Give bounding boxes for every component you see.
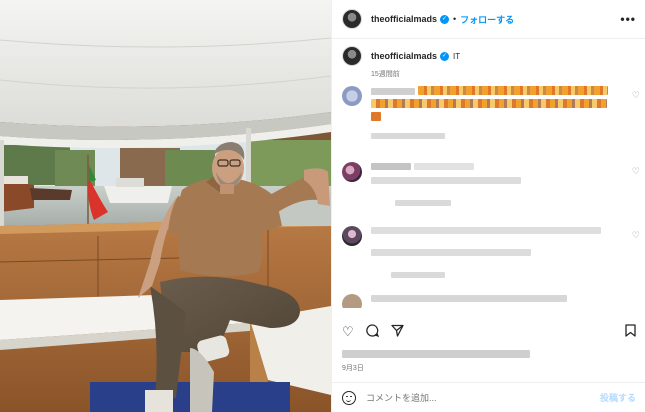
more-options-icon[interactable]: ••• <box>620 12 636 26</box>
comment-like-icon[interactable]: ♡ <box>632 90 640 101</box>
comment-item: ♡ <box>342 162 640 218</box>
post-actions: ♡ <box>342 323 636 341</box>
comment-list: ♡ ♡ ♡ <box>342 86 640 308</box>
obscured-meta <box>395 200 451 206</box>
comment-item: ♡ <box>342 86 640 148</box>
verified-badge-icon: ✓ <box>440 51 450 61</box>
follow-button[interactable]: フォローする <box>460 13 514 26</box>
post-date[interactable]: 9月3日 <box>342 363 364 373</box>
obscured-comment-text <box>371 227 601 234</box>
author-username[interactable]: theofficialmads <box>371 14 437 24</box>
obscured-comment-text <box>371 249 531 256</box>
emoji-icon[interactable] <box>342 390 356 405</box>
comment-item <box>342 294 640 308</box>
obscured-meta <box>391 272 445 278</box>
obscured-emoji-text <box>371 99 607 108</box>
obscured-emoji-text <box>371 112 381 121</box>
post-header: theofficialmads ✓ • フォローする ••• <box>332 0 645 39</box>
obscured-meta <box>371 133 445 139</box>
caption-avatar[interactable] <box>342 46 362 66</box>
separator-dot: • <box>453 14 457 24</box>
comment-like-icon[interactable]: ♡ <box>632 230 640 241</box>
boat-photo <box>0 0 331 412</box>
obscured-emoji-text <box>417 86 608 95</box>
comment-icon[interactable] <box>365 324 379 340</box>
share-icon[interactable] <box>391 324 404 340</box>
commenter-avatar[interactable] <box>342 86 362 106</box>
caption-time[interactable]: 15週間前 <box>371 69 636 79</box>
post-caption: theofficialmads ✓ IT 15週間前 <box>342 46 636 79</box>
add-comment-bar: 投稿する <box>332 382 645 412</box>
like-icon[interactable]: ♡ <box>342 324 354 340</box>
verified-badge-icon: ✓ <box>440 14 450 24</box>
author-avatar[interactable] <box>342 9 362 29</box>
comment-item: ♡ <box>342 226 640 288</box>
likes-summary[interactable] <box>342 350 542 360</box>
post-comment-button[interactable]: 投稿する <box>600 391 636 404</box>
obscured-likes-text <box>342 350 530 358</box>
bookmark-icon[interactable] <box>625 324 636 340</box>
caption-username[interactable]: theofficialmads <box>371 51 437 61</box>
commenter-avatar[interactable] <box>342 226 362 246</box>
caption-text: IT <box>453 51 461 61</box>
commenter-avatar[interactable] <box>342 294 362 308</box>
obscured-username <box>371 163 411 170</box>
obscured-comment-text <box>413 163 474 170</box>
obscured-comment-text <box>371 295 567 302</box>
commenter-avatar[interactable] <box>342 162 362 182</box>
post-side-panel: theofficialmads ✓ • フォローする ••• theoffici… <box>331 0 645 412</box>
comment-like-icon[interactable]: ♡ <box>632 166 640 177</box>
obscured-comment-text <box>371 177 521 184</box>
post-photo[interactable] <box>0 0 331 412</box>
comment-input[interactable] <box>366 392 600 403</box>
obscured-username <box>371 88 415 95</box>
